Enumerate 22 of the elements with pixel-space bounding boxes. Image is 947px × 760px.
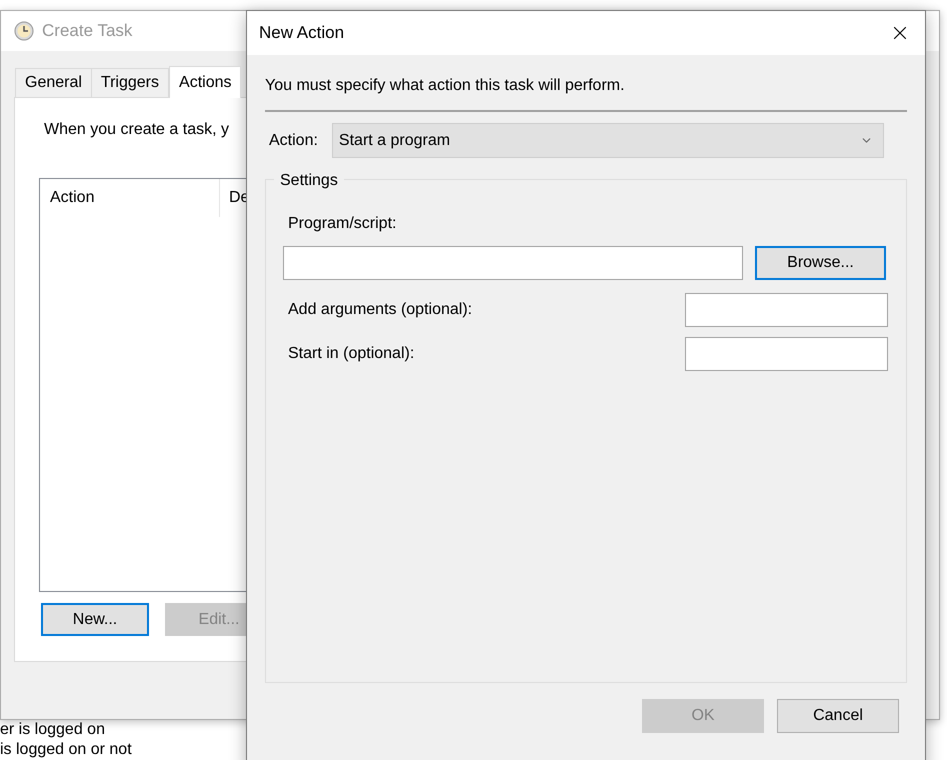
field-label: Start in (optional): (288, 344, 414, 364)
tab[interactable]: General (15, 68, 92, 98)
cancel-button[interactable]: Cancel (777, 699, 899, 733)
dialog-title: New Action (259, 22, 344, 44)
tab[interactable]: Triggers (90, 68, 170, 98)
text-field[interactable] (685, 293, 888, 327)
program-field[interactable] (283, 246, 743, 280)
action-dropdown[interactable]: Start a program (332, 123, 884, 158)
program-label: Program/script: (288, 214, 398, 234)
text-field[interactable] (685, 337, 888, 371)
column-header[interactable]: Action (40, 179, 220, 217)
clock-icon (14, 21, 34, 41)
action-label: Action: (269, 130, 318, 150)
description-text: When you create a task, y (44, 121, 229, 138)
instruction-text: You must specify what action this task will perform. (265, 76, 626, 96)
option-text: is logged on or not (0, 741, 132, 759)
browse-button[interactable]: Browse... (755, 246, 886, 280)
new-button[interactable]: New... (41, 603, 149, 636)
option-text: er is logged on (0, 721, 105, 739)
tab[interactable]: Actions (169, 66, 242, 98)
window-title: Create Task (42, 20, 132, 42)
field-label: Add arguments (optional): (288, 300, 472, 320)
